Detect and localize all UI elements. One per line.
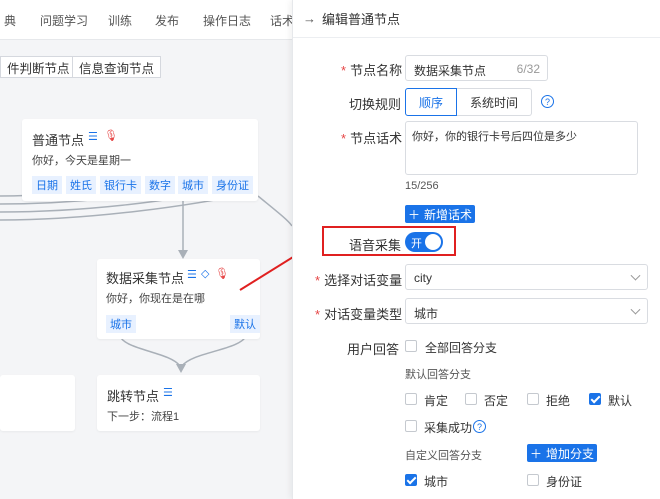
collect-node-title: 数据采集节点: [106, 271, 185, 286]
script-count: 15/256: [405, 180, 439, 192]
switch-rule-label: 切换规则: [349, 97, 402, 112]
tag-default[interactable]: 默认: [230, 315, 260, 333]
panel-header: → 编辑普通节点: [293, 0, 660, 38]
normal-node-title: 普通节点: [32, 133, 85, 148]
checkbox-reject[interactable]: [527, 393, 539, 405]
normal-node-text: 你好，今天是星期一: [32, 155, 131, 167]
partial-node[interactable]: [0, 375, 75, 431]
info-query-node-button[interactable]: 信息查询节点: [72, 56, 162, 78]
custom-branches-title: 自定义回答分支: [405, 450, 482, 462]
dialog-var-label: * 选择对话变量: [315, 273, 403, 288]
chevron-down-icon: [630, 270, 641, 281]
nav-tab-3[interactable]: 发布: [155, 12, 179, 29]
tag-number[interactable]: 数字: [145, 176, 175, 194]
checkbox-city[interactable]: [405, 474, 417, 486]
plus-icon: ＋: [407, 207, 420, 222]
jump-node-title: 跳转节点: [107, 389, 160, 404]
plus-icon: ＋: [529, 446, 542, 461]
sort-icon[interactable]: ☰: [163, 386, 173, 399]
help-icon[interactable]: ?: [541, 95, 554, 108]
node-name-count: 6/32: [516, 62, 540, 76]
default-branches-title: 默认回答分支: [405, 369, 471, 381]
tag-id-card[interactable]: 身份证: [212, 176, 253, 194]
all-branches-label: 全部回答分支: [425, 341, 498, 355]
node-name-input[interactable]: 数据采集节点 6/32: [405, 55, 548, 81]
all-branches-checkbox[interactable]: [405, 340, 417, 352]
add-script-button[interactable]: ＋新增话术: [405, 205, 475, 223]
voice-collect-label: 语音采集: [349, 238, 402, 253]
chevron-down-icon: [630, 304, 641, 315]
add-branch-button[interactable]: ＋增加分支: [527, 444, 597, 462]
nav-tab-0[interactable]: 典: [4, 12, 16, 29]
toggle-state: 开: [411, 238, 422, 250]
checkbox-deny[interactable]: [465, 393, 477, 405]
checkbox-city-label: 城市: [424, 475, 449, 489]
checkbox-id-card-label: 身份证: [546, 475, 583, 489]
microphone-icon[interactable]: 🎙: [215, 267, 229, 280]
tag-city[interactable]: 城市: [106, 315, 136, 333]
script-value: 你好，你的银行卡号后四位是多少: [412, 131, 577, 143]
top-navigation: 典 问题学习 训练 发布 操作日志 话术: [0, 0, 292, 40]
panel-title: 编辑普通节点: [322, 12, 401, 27]
var-type-select[interactable]: 城市: [405, 298, 648, 324]
collect-success-label: 采集成功: [424, 421, 473, 435]
tag-bank-card[interactable]: 银行卡: [100, 176, 141, 194]
user-reply-label: 用户回答: [347, 342, 400, 357]
edit-node-panel: → 编辑普通节点 * 节点名称 数据采集节点 6/32 切换规则 顺序 系统时间 …: [292, 0, 660, 499]
tag-surname[interactable]: 姓氏: [66, 176, 96, 194]
jump-node-text: 下一步：流程1: [107, 411, 180, 423]
script-label: * 节点话术: [341, 131, 403, 146]
checkbox-affirm-label: 肯定: [424, 394, 449, 408]
help-icon[interactable]: ?: [473, 420, 486, 433]
nav-tab-4[interactable]: 操作日志: [203, 12, 251, 29]
var-type-label: * 对话变量类型: [315, 307, 403, 322]
checkbox-reject-label: 拒绝: [546, 394, 571, 408]
sort-icon[interactable]: ☰: [187, 268, 197, 281]
node-name-label: * 节点名称: [341, 63, 403, 78]
switch-rule-sequential[interactable]: 顺序: [405, 88, 457, 116]
toggle-knob: [425, 234, 441, 250]
nav-tab-2[interactable]: 训练: [108, 12, 132, 29]
collect-node-text: 你好，你现在是在哪: [106, 293, 205, 305]
microphone-icon[interactable]: 🎙: [104, 129, 118, 142]
checkbox-default-label: 默认: [608, 394, 633, 408]
tag-city[interactable]: 城市: [178, 176, 208, 194]
nav-tab-5[interactable]: 话术: [270, 12, 292, 29]
checkbox-id-card[interactable]: [527, 474, 539, 486]
jump-node[interactable]: 跳转节点 ☰ 下一步：流程1: [97, 375, 260, 431]
checkbox-deny-label: 否定: [484, 394, 509, 408]
nav-tab-1[interactable]: 问题学习: [40, 12, 88, 29]
switch-rule-segmented: 顺序 系统时间: [405, 88, 532, 116]
script-textarea[interactable]: 你好，你的银行卡号后四位是多少: [405, 121, 638, 175]
tag-date[interactable]: 日期: [32, 176, 62, 194]
condition-node-button[interactable]: 件判断节点: [0, 56, 77, 78]
voice-collect-toggle[interactable]: 开: [405, 232, 443, 252]
checkbox-default[interactable]: [589, 393, 601, 405]
dialog-var-select[interactable]: city: [405, 264, 648, 290]
switch-rule-system-time[interactable]: 系统时间: [457, 88, 532, 116]
cube-icon[interactable]: ◇: [201, 267, 209, 280]
node-name-value: 数据采集节点: [414, 64, 487, 78]
sort-icon[interactable]: ☰: [88, 130, 98, 143]
var-type-value: 城市: [414, 307, 439, 321]
normal-node[interactable]: 普通节点 ☰ 🎙 你好，今天是星期一 日期 姓氏 银行卡 数字 城市 身份证: [22, 119, 258, 201]
back-arrow-icon[interactable]: →: [303, 11, 316, 26]
collect-success-checkbox[interactable]: [405, 420, 417, 432]
dialog-var-value: city: [414, 271, 432, 285]
checkbox-affirm[interactable]: [405, 393, 417, 405]
